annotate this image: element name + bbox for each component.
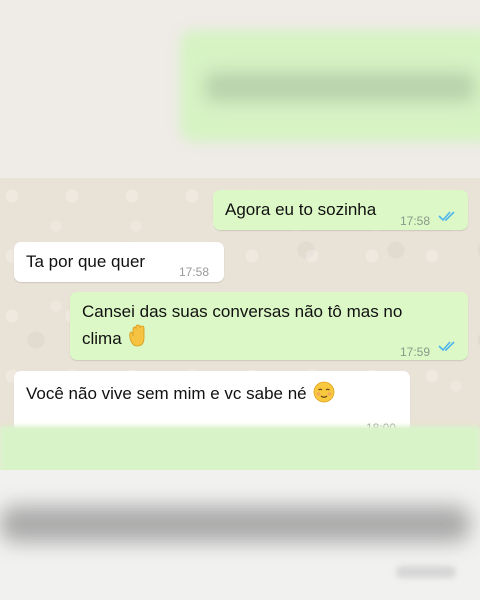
blurred-previous-message: [0, 0, 480, 178]
message-time: 17:58: [179, 265, 210, 279]
message-text: Cansei das suas conversas não tô mas no …: [82, 300, 402, 351]
message-text: Agora eu to sozinha: [225, 200, 377, 219]
raised-hand-icon: [128, 324, 145, 347]
message-text-line-2: clima: [82, 324, 402, 351]
message-text-line: Cansei das suas conversas não tô mas no: [82, 302, 403, 321]
blurred-text: [0, 506, 470, 542]
blurred-text: [205, 72, 475, 102]
message-time: 17:59: [400, 345, 431, 359]
message-text-line: clima: [82, 329, 122, 348]
blurred-green-band: [0, 426, 480, 476]
double-check-read-icon: [438, 341, 455, 352]
double-check-read-icon: [438, 211, 455, 222]
message-bubble-incoming[interactable]: Você não vive sem mim e vc sabe né 18:00: [14, 371, 410, 428]
blurred-watermark: [396, 566, 456, 578]
message-bubble-incoming[interactable]: Ta por que quer 17:58: [14, 242, 224, 282]
message-bubble-outgoing[interactable]: Cansei das suas conversas não tô mas no …: [70, 292, 468, 360]
message-text: Você não vive sem mim e vc sabe né: [26, 384, 307, 403]
message-text: Ta por que quer: [26, 252, 146, 271]
relieved-face-icon: [313, 381, 335, 403]
message-text-row: Você não vive sem mim e vc sabe né: [26, 381, 335, 406]
message-bubble-outgoing[interactable]: Agora eu to sozinha 17:58: [213, 190, 468, 230]
chat-area[interactable]: Agora eu to sozinha 17:58 Ta por que que…: [0, 178, 480, 428]
message-time: 17:58: [400, 214, 431, 228]
blurred-next-message: [0, 470, 480, 600]
